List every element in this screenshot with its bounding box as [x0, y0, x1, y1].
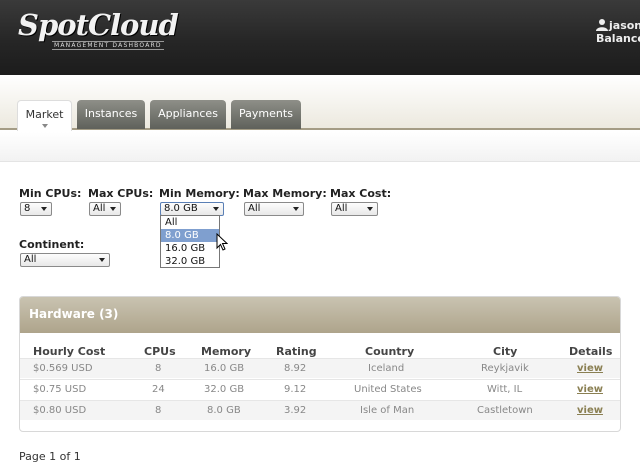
panel-title: Hardware (3) [20, 297, 620, 333]
dropdown-option-highlighted[interactable]: 8.0 GB [161, 229, 219, 242]
cell-cpus: 24 [152, 384, 165, 395]
column-header: Rating [276, 345, 317, 358]
cell-cost: $0.569 USD [33, 363, 93, 374]
logo-text: SpotCloud [18, 8, 179, 42]
min-memory-label: Min Memory: [159, 187, 240, 200]
cell-city: Reykjavik [481, 363, 529, 374]
max-cost-select[interactable]: All [331, 202, 378, 216]
column-header: Country [365, 345, 415, 358]
view-details-link[interactable]: view [577, 363, 603, 374]
cell-country: Isle of Man [360, 405, 415, 416]
min-memory-dropdown: All 8.0 GB 16.0 GB 32.0 GB [160, 215, 220, 268]
user-icon [596, 19, 608, 31]
sub-header [0, 132, 640, 162]
column-header: Memory [201, 345, 252, 358]
cell-city: Castletown [477, 405, 533, 416]
cell-cpus: 8 [155, 363, 162, 374]
column-header: Details [569, 345, 613, 358]
caret-down-icon [41, 124, 48, 128]
dropdown-option[interactable]: 16.0 GB [161, 242, 219, 255]
cell-cost: $0.80 USD [33, 405, 87, 416]
tab-label: Market [25, 108, 64, 121]
selected-value: All [335, 203, 348, 214]
continent-select[interactable]: All [20, 253, 110, 267]
chevron-down-icon [293, 207, 299, 211]
cell-cost: $0.75 USD [33, 384, 87, 395]
balance-label: Balance: [596, 32, 640, 45]
tab-label: Appliances [158, 107, 218, 120]
chevron-down-icon [99, 258, 105, 262]
selected-value: 8 [24, 203, 31, 214]
min-cpus-select[interactable]: 8 [20, 202, 52, 216]
max-memory-label: Max Memory: [243, 187, 327, 200]
hardware-panel: Hardware (3) Hourly Cost CPUs Memory Rat… [19, 296, 621, 432]
max-memory-select[interactable]: All [244, 202, 304, 216]
pagination-text: Page 1 of 1 [19, 450, 81, 463]
chevron-down-icon [213, 207, 219, 211]
cell-country: Iceland [368, 363, 405, 374]
logo-subtitle: MANAGEMENT DASHBOARD [52, 41, 164, 50]
max-cpus-select[interactable]: All [89, 202, 121, 216]
selected-value: All [248, 203, 261, 214]
selected-value: All [24, 254, 37, 265]
chevron-down-icon [367, 207, 373, 211]
continent-label: Continent: [19, 238, 85, 251]
cell-rating: 8.92 [284, 363, 307, 374]
column-header: CPUs [144, 345, 176, 358]
cell-rating: 3.92 [284, 405, 307, 416]
cell-memory: 16.0 GB [204, 363, 245, 374]
table-row [20, 358, 620, 378]
max-cost-label: Max Cost: [330, 187, 392, 200]
app-header: SpotCloud MANAGEMENT DASHBOARD jasonl Ba… [0, 0, 640, 75]
view-details-link[interactable]: view [577, 384, 603, 395]
username[interactable]: jasonl [609, 19, 640, 32]
cell-memory: 8.0 GB [207, 405, 241, 416]
min-cpus-label: Min CPUs: [19, 187, 82, 200]
tab-payments[interactable]: Payments [231, 100, 301, 129]
column-header: City [493, 345, 518, 358]
chevron-down-icon [110, 207, 116, 211]
tab-appliances[interactable]: Appliances [150, 100, 226, 129]
tab-label: Instances [84, 107, 138, 120]
cell-country: United States [354, 384, 422, 395]
view-details-link[interactable]: view [577, 405, 603, 416]
selected-value: 8.0 GB [164, 203, 198, 214]
column-header: Hourly Cost [33, 345, 106, 358]
tab-instances[interactable]: Instances [77, 100, 145, 129]
cell-cpus: 8 [155, 405, 162, 416]
cell-rating: 9.12 [284, 384, 307, 395]
cell-memory: 32.0 GB [204, 384, 245, 395]
chevron-down-icon [41, 207, 47, 211]
tab-label: Payments [239, 107, 293, 120]
user-info: jasonl Balance: [596, 18, 640, 45]
max-cpus-label: Max CPUs: [88, 187, 154, 200]
selected-value: All [93, 203, 106, 214]
dropdown-option[interactable]: 32.0 GB [161, 255, 219, 268]
table-row [20, 379, 620, 399]
mouse-cursor-icon [216, 233, 228, 251]
cell-city: Witt, IL [487, 384, 523, 395]
logo[interactable]: SpotCloud MANAGEMENT DASHBOARD [18, 8, 179, 50]
dropdown-option[interactable]: All [161, 216, 219, 229]
min-memory-select[interactable]: 8.0 GB [160, 202, 224, 216]
tab-market[interactable]: Market [17, 100, 72, 131]
